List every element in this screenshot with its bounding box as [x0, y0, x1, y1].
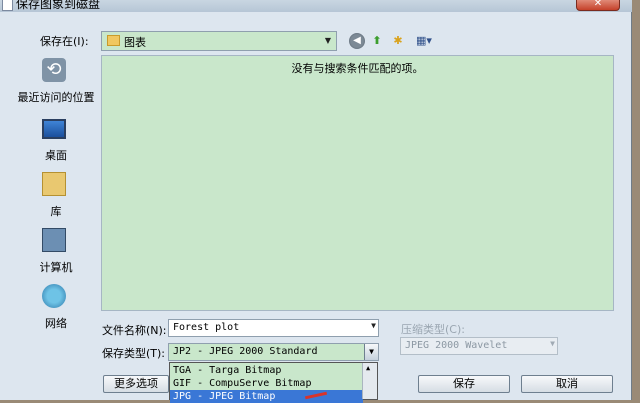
- place-label: 网络: [45, 317, 67, 330]
- more-options-button[interactable]: 更多选项: [103, 375, 169, 393]
- location-combobox[interactable]: 图表 ▼: [101, 31, 337, 51]
- filename-input[interactable]: Forest plot ▼: [168, 319, 379, 337]
- back-arrow-icon[interactable]: ◀: [349, 33, 365, 49]
- place-library[interactable]: 库: [6, 172, 96, 226]
- place-network[interactable]: 网络: [6, 284, 96, 338]
- compression-label: 压缩类型(C):: [401, 323, 465, 336]
- filetype-combobox[interactable]: JP2 - JPEG 2000 Standard ▼: [168, 343, 379, 361]
- filetype-option[interactable]: TGA - Targa Bitmap: [170, 364, 363, 377]
- filetype-value: JP2 - JPEG 2000 Standard: [173, 346, 318, 357]
- filetype-dropdown-list[interactable]: TGA - Targa Bitmap GIF - CompuServe Bitm…: [169, 362, 378, 403]
- save-button[interactable]: 保存: [418, 375, 510, 393]
- save-in-label: 保存在(I):: [40, 35, 89, 48]
- place-label: 最近访问的位置: [17, 91, 95, 104]
- compression-value: JPEG 2000 Wavelet: [405, 340, 508, 351]
- compression-combobox: JPEG 2000 Wavelet ▼: [400, 337, 558, 355]
- new-folder-icon[interactable]: ✱: [390, 33, 406, 49]
- up-folder-icon[interactable]: ⬆: [369, 33, 385, 49]
- save-image-dialog: 保存图象到磁盘 ✕ 保存在(I): 图表 ▼ ◀ ⬆ ✱ ▦▾ ⟲ 最近访问的位…: [0, 0, 632, 403]
- computer-icon: [42, 228, 66, 252]
- folder-icon: [107, 35, 120, 46]
- place-label: 计算机: [39, 261, 73, 274]
- window-title: 保存图象到磁盘: [16, 0, 101, 11]
- chevron-down-icon[interactable]: ▼: [371, 321, 376, 330]
- chevron-down-icon[interactable]: ▼: [320, 32, 336, 50]
- place-desktop[interactable]: 桌面: [6, 116, 96, 170]
- dropdown-scrollbar[interactable]: ▲: [362, 363, 377, 399]
- views-menu-icon[interactable]: ▦▾: [412, 33, 436, 49]
- chevron-down-icon[interactable]: ▼: [364, 344, 378, 360]
- file-list-view[interactable]: 没有与搜索条件匹配的项。: [101, 55, 614, 311]
- title-bar: 保存图象到磁盘 ✕: [0, 0, 632, 12]
- place-recent[interactable]: ⟲ 最近访问的位置: [6, 58, 96, 112]
- recent-places-icon: ⟲: [42, 58, 66, 82]
- cancel-button[interactable]: 取消: [521, 375, 613, 393]
- filetype-option[interactable]: GIF - CompuServe Bitmap: [170, 377, 363, 390]
- filetype-option-selected[interactable]: JPG - JPEG Bitmap: [170, 390, 363, 403]
- location-value: 图表: [124, 36, 146, 49]
- filename-value: Forest plot: [173, 322, 240, 333]
- place-label: 桌面: [45, 149, 67, 162]
- filetype-label: 保存类型(T):: [102, 347, 166, 360]
- place-computer[interactable]: 计算机: [6, 228, 96, 282]
- library-icon: [42, 172, 66, 196]
- close-button[interactable]: ✕: [576, 0, 620, 11]
- network-icon: [42, 284, 66, 308]
- empty-message: 没有与搜索条件匹配的项。: [291, 62, 424, 75]
- scroll-up-icon[interactable]: ▲: [366, 364, 370, 372]
- app-icon: [2, 0, 13, 11]
- desktop-icon: [42, 119, 66, 139]
- filename-label: 文件名称(N):: [102, 324, 167, 337]
- place-label: 库: [50, 205, 62, 218]
- chevron-down-icon: ▼: [550, 339, 555, 348]
